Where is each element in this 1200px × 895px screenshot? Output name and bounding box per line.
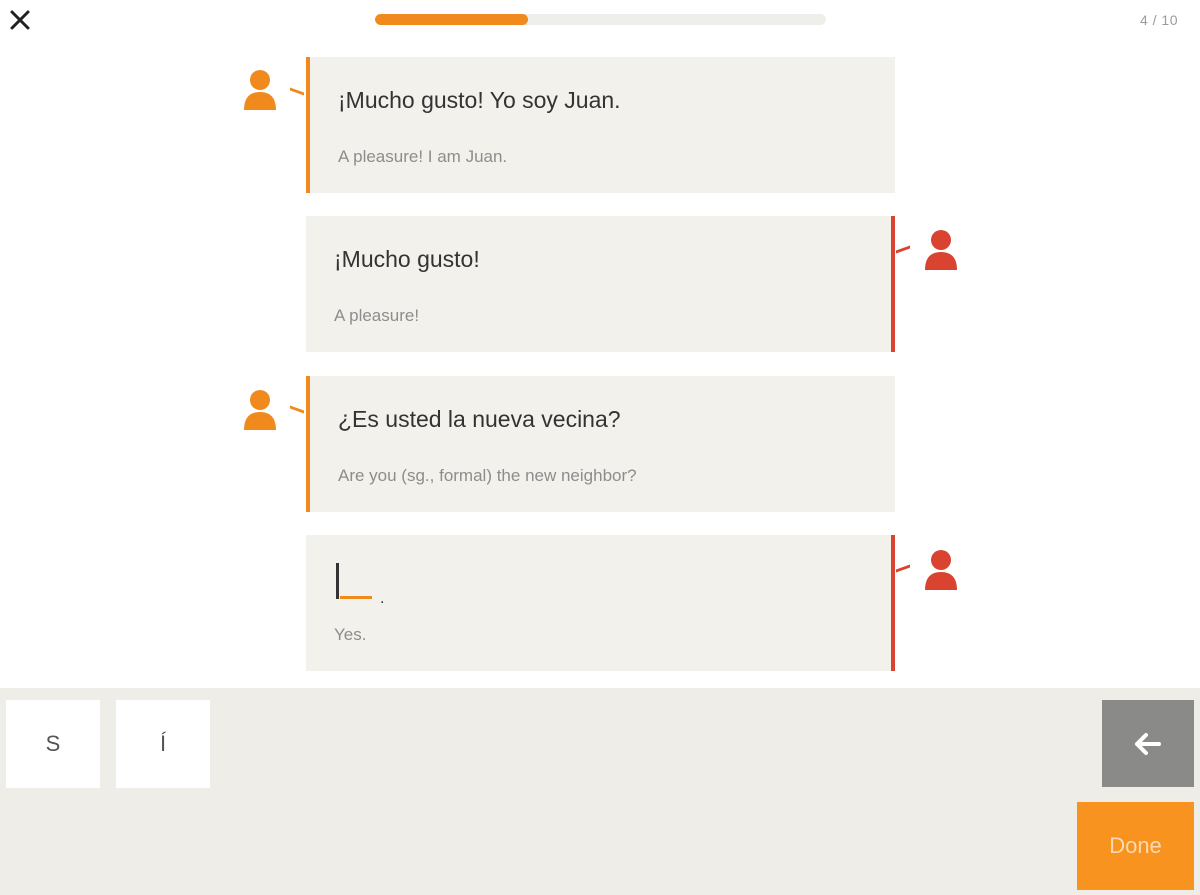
english-translation: Are you (sg., formal) the new neighbor? bbox=[338, 466, 637, 485]
letter-key-s[interactable]: S bbox=[6, 700, 100, 788]
spanish-line: ¡Mucho gusto! bbox=[334, 246, 480, 272]
letter-keyboard-panel: S Í Done bbox=[0, 688, 1200, 895]
text-cursor bbox=[336, 563, 339, 599]
answer-underline bbox=[340, 596, 372, 599]
done-button[interactable]: Done bbox=[1077, 802, 1194, 890]
dialogue-bubble-2: ¡Mucho gusto! A pleasure! bbox=[306, 216, 895, 352]
speaker-left-avatar-icon bbox=[243, 388, 277, 432]
backspace-button[interactable] bbox=[1102, 700, 1194, 787]
dialogue-bubble-3: ¿Es usted la nueva vecina? Are you (sg.,… bbox=[306, 376, 895, 512]
bubble-tail bbox=[896, 564, 910, 576]
step-counter: 4 / 10 bbox=[1139, 12, 1178, 28]
english-translation: A pleasure! bbox=[334, 306, 420, 325]
english-translation: A pleasure! I am Juan. bbox=[338, 147, 508, 166]
close-icon bbox=[10, 10, 30, 30]
speaker-right-avatar-icon bbox=[924, 548, 958, 592]
spanish-line: ¿Es usted la nueva vecina? bbox=[338, 406, 621, 432]
lesson-screen: 4 / 10 ¡Mucho gusto! Yo soy Juan. A plea… bbox=[0, 0, 1200, 895]
arrow-left-icon bbox=[1135, 732, 1161, 755]
answer-input[interactable] bbox=[336, 563, 376, 603]
speaker-left-avatar-icon bbox=[243, 68, 277, 112]
bubble-tail bbox=[290, 87, 304, 99]
progress-bar bbox=[375, 14, 826, 25]
spanish-line: ¡Mucho gusto! Yo soy Juan. bbox=[338, 87, 621, 113]
dialogue-bubble-1: ¡Mucho gusto! Yo soy Juan. A pleasure! I… bbox=[306, 57, 895, 193]
letter-key-i-accent[interactable]: Í bbox=[116, 700, 210, 788]
dialogue-bubble-4: . Yes. bbox=[306, 535, 895, 671]
bubble-tail bbox=[896, 245, 910, 257]
speaker-right-avatar-icon bbox=[924, 228, 958, 272]
english-translation: Yes. bbox=[334, 625, 367, 644]
close-button[interactable] bbox=[2, 2, 38, 38]
bubble-tail bbox=[290, 405, 304, 417]
answer-punctuation: . bbox=[380, 590, 385, 607]
progress-fill bbox=[375, 14, 529, 25]
